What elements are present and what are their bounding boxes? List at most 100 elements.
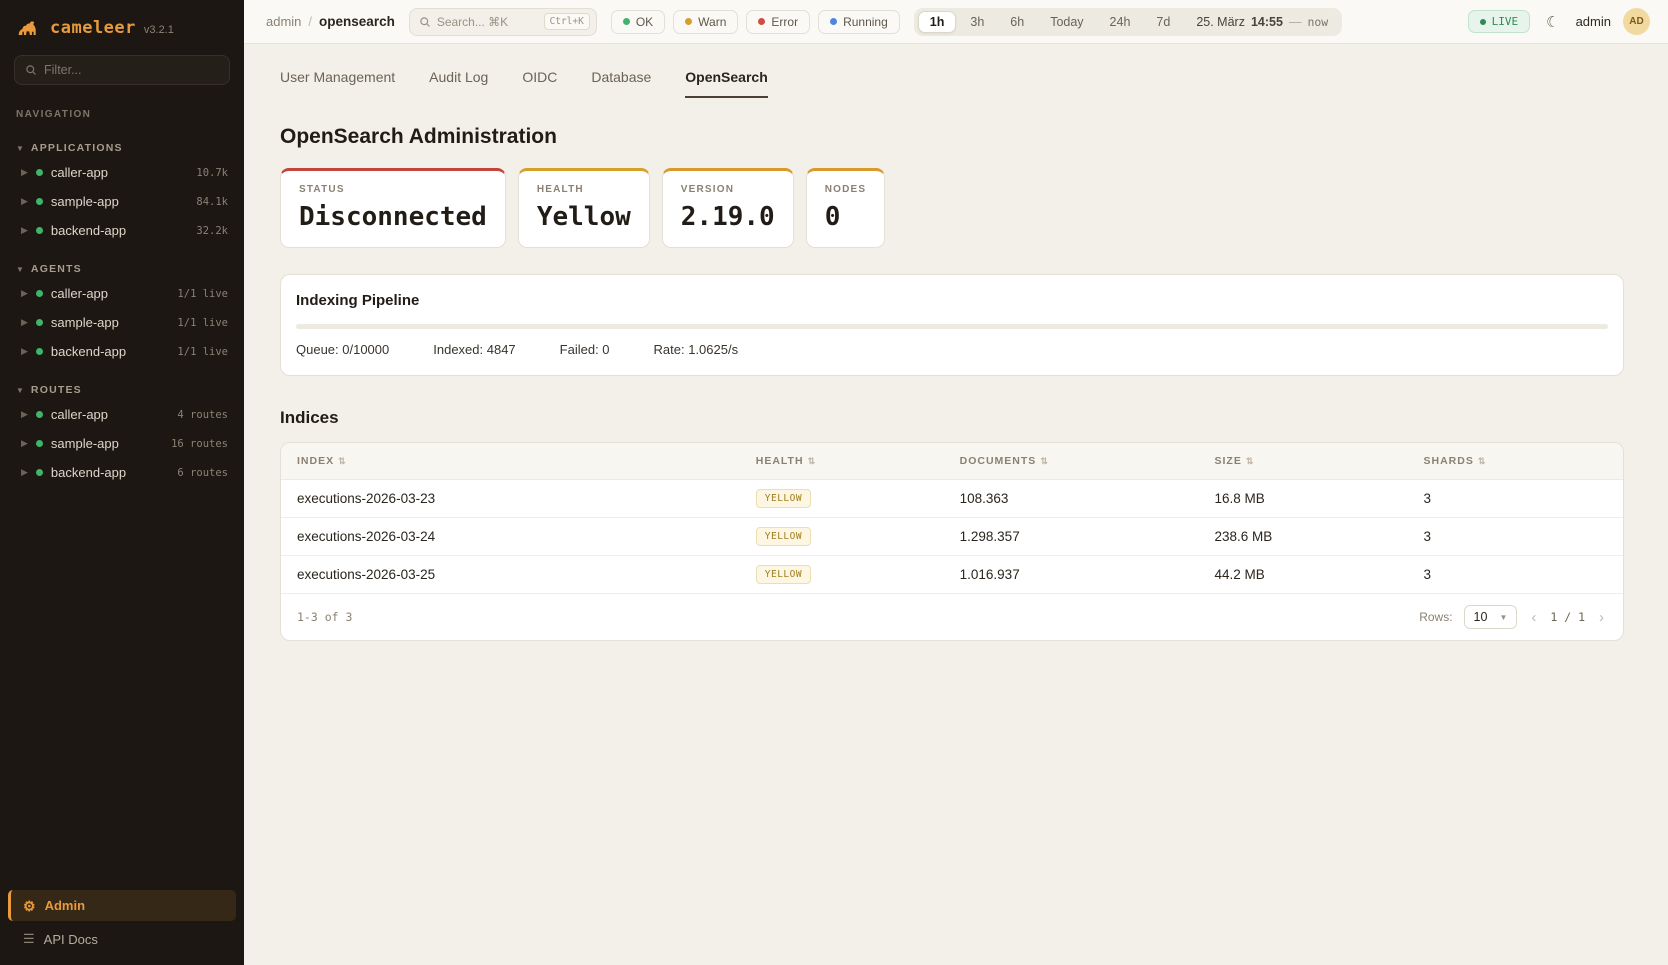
cell-health: YELLOW — [756, 565, 960, 584]
filter-input[interactable] — [44, 63, 219, 77]
section-header-agents[interactable]: ▼ AGENTS — [0, 259, 244, 279]
row-range-text: 1-3 of 3 — [297, 610, 352, 624]
tab-user-management[interactable]: User Management — [280, 69, 395, 98]
next-page-button[interactable]: › — [1596, 610, 1607, 625]
chevron-down-icon: ▼ — [16, 144, 24, 153]
health-badge: YELLOW — [756, 565, 811, 584]
section-label: AGENTS — [31, 263, 82, 275]
tab-database[interactable]: Database — [591, 69, 651, 98]
column-header-index[interactable]: INDEX ⇅ — [297, 455, 756, 467]
sidebar-item-routes-backend-app[interactable]: ▶ backend-app 6 routes — [0, 458, 244, 487]
sidebar-item-routes-sample-app[interactable]: ▶ sample-app 16 routes — [0, 429, 244, 458]
cell-documents: 1.298.357 — [960, 529, 1215, 544]
ok-dot-icon — [623, 18, 630, 25]
admin-label: Admin — [45, 898, 85, 913]
chevron-down-icon: ▼ — [16, 265, 24, 274]
search-input[interactable] — [437, 15, 538, 29]
topbar-right: LIVE ☾ admin AD — [1468, 8, 1650, 35]
sidebar-item-api-docs[interactable]: ☰ API Docs — [8, 921, 236, 951]
filter-chip-error[interactable]: Error — [746, 10, 810, 34]
filter-chip-warn[interactable]: Warn — [673, 10, 738, 34]
status-dot — [36, 469, 43, 476]
sidebar-item-admin[interactable]: ⚙ Admin — [8, 890, 236, 921]
sidebar-item-routes-caller-app[interactable]: ▶ caller-app 4 routes — [0, 400, 244, 429]
sort-icon: ⇅ — [1246, 456, 1255, 467]
stat-card-version: VERSION 2.19.0 — [662, 168, 794, 248]
stat-label: NODES — [825, 184, 867, 195]
stat-label: VERSION — [681, 184, 775, 195]
column-header-health[interactable]: HEALTH ⇅ — [756, 455, 960, 467]
status-filters: OK Warn Error Running — [611, 10, 900, 34]
section-header-applications[interactable]: ▼ APPLICATIONS — [0, 138, 244, 158]
pipeline-failed: Failed: 0 — [560, 342, 610, 357]
indexing-pipeline-card: Indexing Pipeline Queue: 0/10000 Indexed… — [280, 274, 1624, 376]
column-header-shards[interactable]: SHARDS ⇅ — [1423, 455, 1607, 467]
sidebar-footer: ⚙ Admin ☰ API Docs — [0, 880, 244, 965]
table-row: executions-2026-03-24 YELLOW 1.298.357 2… — [281, 518, 1623, 556]
item-label: sample-app — [51, 315, 170, 330]
time-range-display[interactable]: 25. März 14:55 — now — [1196, 15, 1328, 29]
time-range-today[interactable]: Today — [1038, 11, 1095, 33]
cell-shards: 3 — [1423, 491, 1607, 506]
chevron-right-icon: ▶ — [21, 438, 28, 449]
section-label: APPLICATIONS — [31, 142, 123, 154]
time-label: 14:55 — [1251, 15, 1283, 29]
item-badge: 4 routes — [177, 409, 228, 421]
item-badge: 10.7k — [196, 167, 228, 179]
avatar[interactable]: AD — [1623, 8, 1650, 35]
page-indicator: 1 / 1 — [1550, 610, 1585, 624]
chevron-down-icon: ▼ — [1499, 613, 1507, 622]
sidebar-item-agents-caller-app[interactable]: ▶ caller-app 1/1 live — [0, 279, 244, 308]
health-badge: YELLOW — [756, 489, 811, 508]
time-range-3h[interactable]: 3h — [958, 11, 996, 33]
breadcrumb-admin[interactable]: admin — [266, 14, 301, 29]
filter-chip-ok[interactable]: OK — [611, 10, 665, 34]
item-badge: 1/1 live — [177, 346, 228, 358]
indices-title: Indices — [280, 408, 1624, 428]
item-label: caller-app — [51, 165, 188, 180]
cell-index: executions-2026-03-25 — [297, 567, 756, 582]
stat-cards: STATUS Disconnected HEALTH Yellow VERSIO… — [280, 168, 1624, 248]
error-dot-icon — [758, 18, 765, 25]
live-toggle[interactable]: LIVE — [1468, 10, 1531, 33]
list-icon: ☰ — [23, 931, 35, 947]
dark-mode-toggle[interactable]: ☾ — [1542, 11, 1563, 33]
column-label: HEALTH — [756, 455, 804, 467]
chevron-right-icon: ▶ — [21, 288, 28, 299]
rows-per-page-select[interactable]: 10 ▼ — [1464, 605, 1518, 629]
table-row: executions-2026-03-25 YELLOW 1.016.937 4… — [281, 556, 1623, 594]
search-icon — [419, 16, 431, 28]
sidebar-filter — [14, 55, 230, 85]
cell-health: YELLOW — [756, 527, 960, 546]
tab-audit-log[interactable]: Audit Log — [429, 69, 488, 98]
main-area: admin / opensearch Ctrl+K OK Warn Error — [244, 0, 1668, 965]
time-range-6h[interactable]: 6h — [998, 11, 1036, 33]
search-shortcut-badge: Ctrl+K — [544, 13, 590, 30]
indices-table: INDEX ⇅ HEALTH ⇅ DOCUMENTS ⇅ SIZE ⇅ SHAR… — [280, 442, 1624, 641]
app-logo[interactable]: cameleer v3.2.1 — [0, 0, 244, 53]
status-dot — [36, 198, 43, 205]
tab-oidc[interactable]: OIDC — [522, 69, 557, 98]
sidebar-item-applications-backend-app[interactable]: ▶ backend-app 32.2k — [0, 216, 244, 245]
table-header-row: INDEX ⇅ HEALTH ⇅ DOCUMENTS ⇅ SIZE ⇅ SHAR… — [281, 443, 1623, 480]
column-header-documents[interactable]: DOCUMENTS ⇅ — [960, 455, 1215, 467]
prev-page-button[interactable]: ‹ — [1528, 610, 1539, 625]
chip-label: Warn — [698, 15, 726, 29]
time-range-24h[interactable]: 24h — [1098, 11, 1143, 33]
sidebar-item-agents-backend-app[interactable]: ▶ backend-app 1/1 live — [0, 337, 244, 366]
sidebar-item-agents-sample-app[interactable]: ▶ sample-app 1/1 live — [0, 308, 244, 337]
live-dot-icon — [1480, 19, 1486, 25]
breadcrumb: admin / opensearch — [266, 14, 395, 29]
section-applications: ▼ APPLICATIONS ▶ caller-app 10.7k ▶ samp… — [0, 124, 244, 245]
sort-icon: ⇅ — [338, 456, 347, 467]
tab-opensearch[interactable]: OpenSearch — [685, 69, 767, 98]
filter-chip-running[interactable]: Running — [818, 10, 900, 34]
time-range-1h[interactable]: 1h — [918, 11, 957, 33]
section-header-routes[interactable]: ▼ ROUTES — [0, 380, 244, 400]
sidebar-item-applications-sample-app[interactable]: ▶ sample-app 84.1k — [0, 187, 244, 216]
sidebar-item-applications-caller-app[interactable]: ▶ caller-app 10.7k — [0, 158, 244, 187]
item-badge: 6 routes — [177, 467, 228, 479]
column-header-size[interactable]: SIZE ⇅ — [1215, 455, 1424, 467]
rows-per-page-value: 10 — [1474, 610, 1488, 624]
time-range-7d[interactable]: 7d — [1144, 11, 1182, 33]
